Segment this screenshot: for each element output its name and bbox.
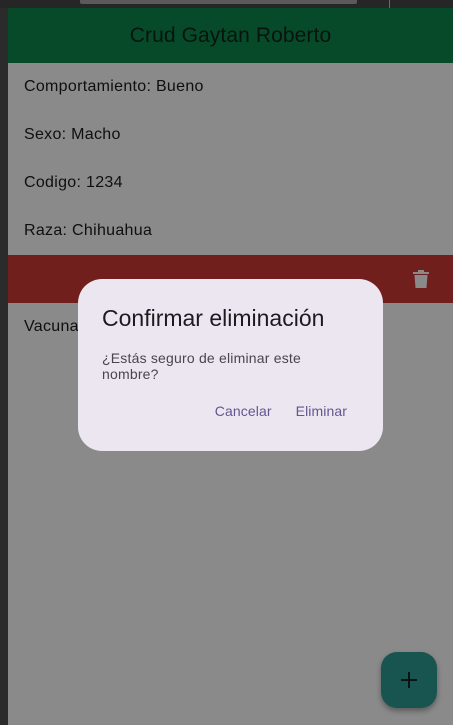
confirm-delete-button[interactable]: Eliminar [284, 399, 359, 423]
window-drag-bar[interactable] [80, 0, 357, 4]
cancel-button[interactable]: Cancelar [203, 399, 284, 423]
window-top-strip [0, 0, 453, 8]
dialog-title: Confirmar eliminación [102, 305, 325, 331]
confirm-delete-dialog: Confirmar eliminación ¿Estás seguro de e… [78, 279, 383, 451]
app-screen: Crud Gaytan Roberto Comportamiento: Buen… [8, 8, 453, 725]
window-divider [389, 0, 390, 8]
dialog-message: ¿Estás seguro de eliminar este nombre? [102, 350, 301, 382]
dialog-actions: Cancelar Eliminar [203, 399, 359, 423]
